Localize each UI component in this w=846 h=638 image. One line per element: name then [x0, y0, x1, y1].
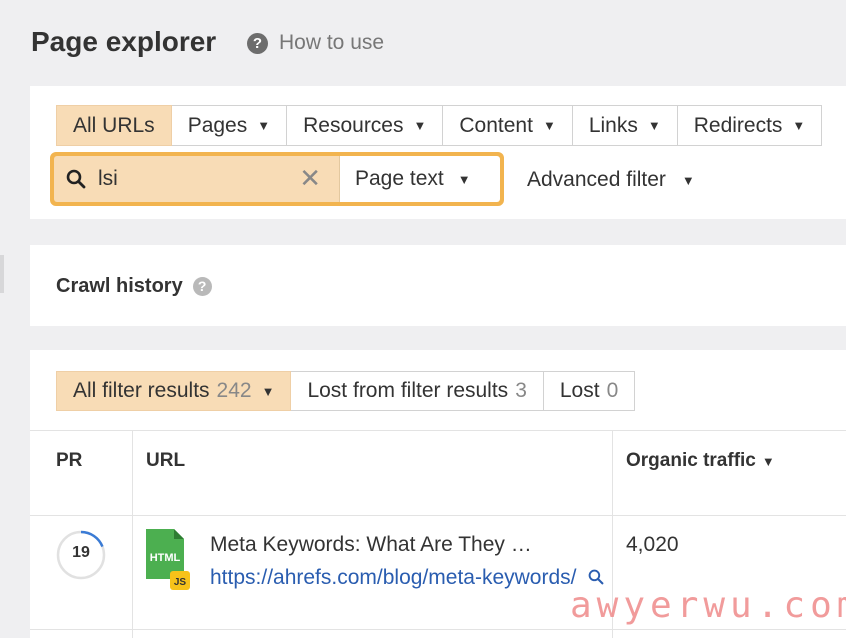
tab-links[interactable]: Links ▼ [572, 105, 678, 146]
page-title: Page explorer [31, 26, 217, 57]
how-to-use-label: How to use [279, 31, 385, 54]
search-icon[interactable] [588, 569, 604, 585]
organic-traffic-value: 4,020 [626, 533, 679, 556]
caret-down-icon: ▼ [413, 118, 427, 133]
watermark: awyerwu.com [570, 585, 846, 626]
search-icon [66, 169, 86, 189]
help-icon[interactable]: ? [192, 277, 212, 296]
search-scope-label: Page text [355, 167, 444, 190]
caret-down-icon: ▼ [261, 383, 275, 399]
tab-pages[interactable]: Pages ▼ [171, 105, 288, 146]
caret-down-icon: ▼ [647, 118, 661, 133]
tab-all-urls[interactable]: All URLs [56, 105, 172, 146]
search-input[interactable] [98, 167, 278, 191]
filter-result-tabs: All filter results 242 ▼ Lost from filte… [56, 371, 636, 411]
caret-down-icon: ▼ [542, 118, 556, 133]
tab-content[interactable]: Content ▼ [443, 105, 573, 146]
column-header-pr[interactable]: PR [56, 450, 82, 472]
help-icon: ? [247, 32, 268, 54]
tab-lost[interactable]: Lost 0 [543, 371, 636, 411]
html-file-icon: HTML JS [146, 529, 190, 590]
table-divider [30, 430, 846, 431]
caret-down-icon: ▼ [792, 118, 806, 133]
result-count: 0 [606, 379, 619, 402]
tab-resources[interactable]: Resources ▼ [287, 105, 444, 146]
how-to-use-link[interactable]: ? How to use [247, 31, 384, 55]
search-box: ✕ [54, 156, 339, 202]
column-header-url[interactable]: URL [146, 450, 185, 472]
table-divider [30, 515, 846, 516]
page-title-cell: Meta Keywords: What Are They … [210, 533, 532, 556]
tab-redirects[interactable]: Redirects ▼ [677, 105, 823, 146]
caret-down-icon: ▼ [681, 172, 695, 188]
result-count: 3 [515, 379, 527, 402]
pr-value: 19 [72, 544, 90, 561]
caret-down-icon: ▼ [257, 118, 271, 133]
tab-all-filter-results[interactable]: All filter results 242 ▼ [56, 371, 292, 411]
column-divider [132, 430, 133, 638]
sort-desc-icon: ▼ [761, 453, 775, 469]
js-badge: JS [174, 577, 187, 588]
caret-down-icon: ▼ [457, 171, 471, 187]
sidebar-edge [0, 255, 4, 293]
result-count: 242 [216, 379, 252, 402]
crawl-history-title: Crawl history [56, 275, 183, 297]
page-url-link[interactable]: https://ahrefs.com/blog/meta-keywords/ [210, 563, 610, 592]
search-scope-select[interactable]: Page text ▼ [339, 156, 500, 202]
clear-search-icon[interactable]: ✕ [299, 165, 321, 191]
file-type-label: HTML [150, 552, 181, 564]
tab-lost-from-filter-results[interactable]: Lost from filter results 3 [291, 371, 544, 411]
column-header-organic-traffic[interactable]: Organic traffic ▼ [626, 450, 775, 472]
advanced-filter-button[interactable]: Advanced filter ▼ [527, 168, 695, 192]
search-filter-group: ✕ Page text ▼ [50, 152, 504, 206]
table-divider [30, 629, 846, 630]
url-type-tabs: All URLs Pages ▼ Resources ▼ Content ▼ Link… [56, 105, 823, 146]
crawl-history-toggle[interactable]: Crawl history ? [56, 275, 212, 298]
